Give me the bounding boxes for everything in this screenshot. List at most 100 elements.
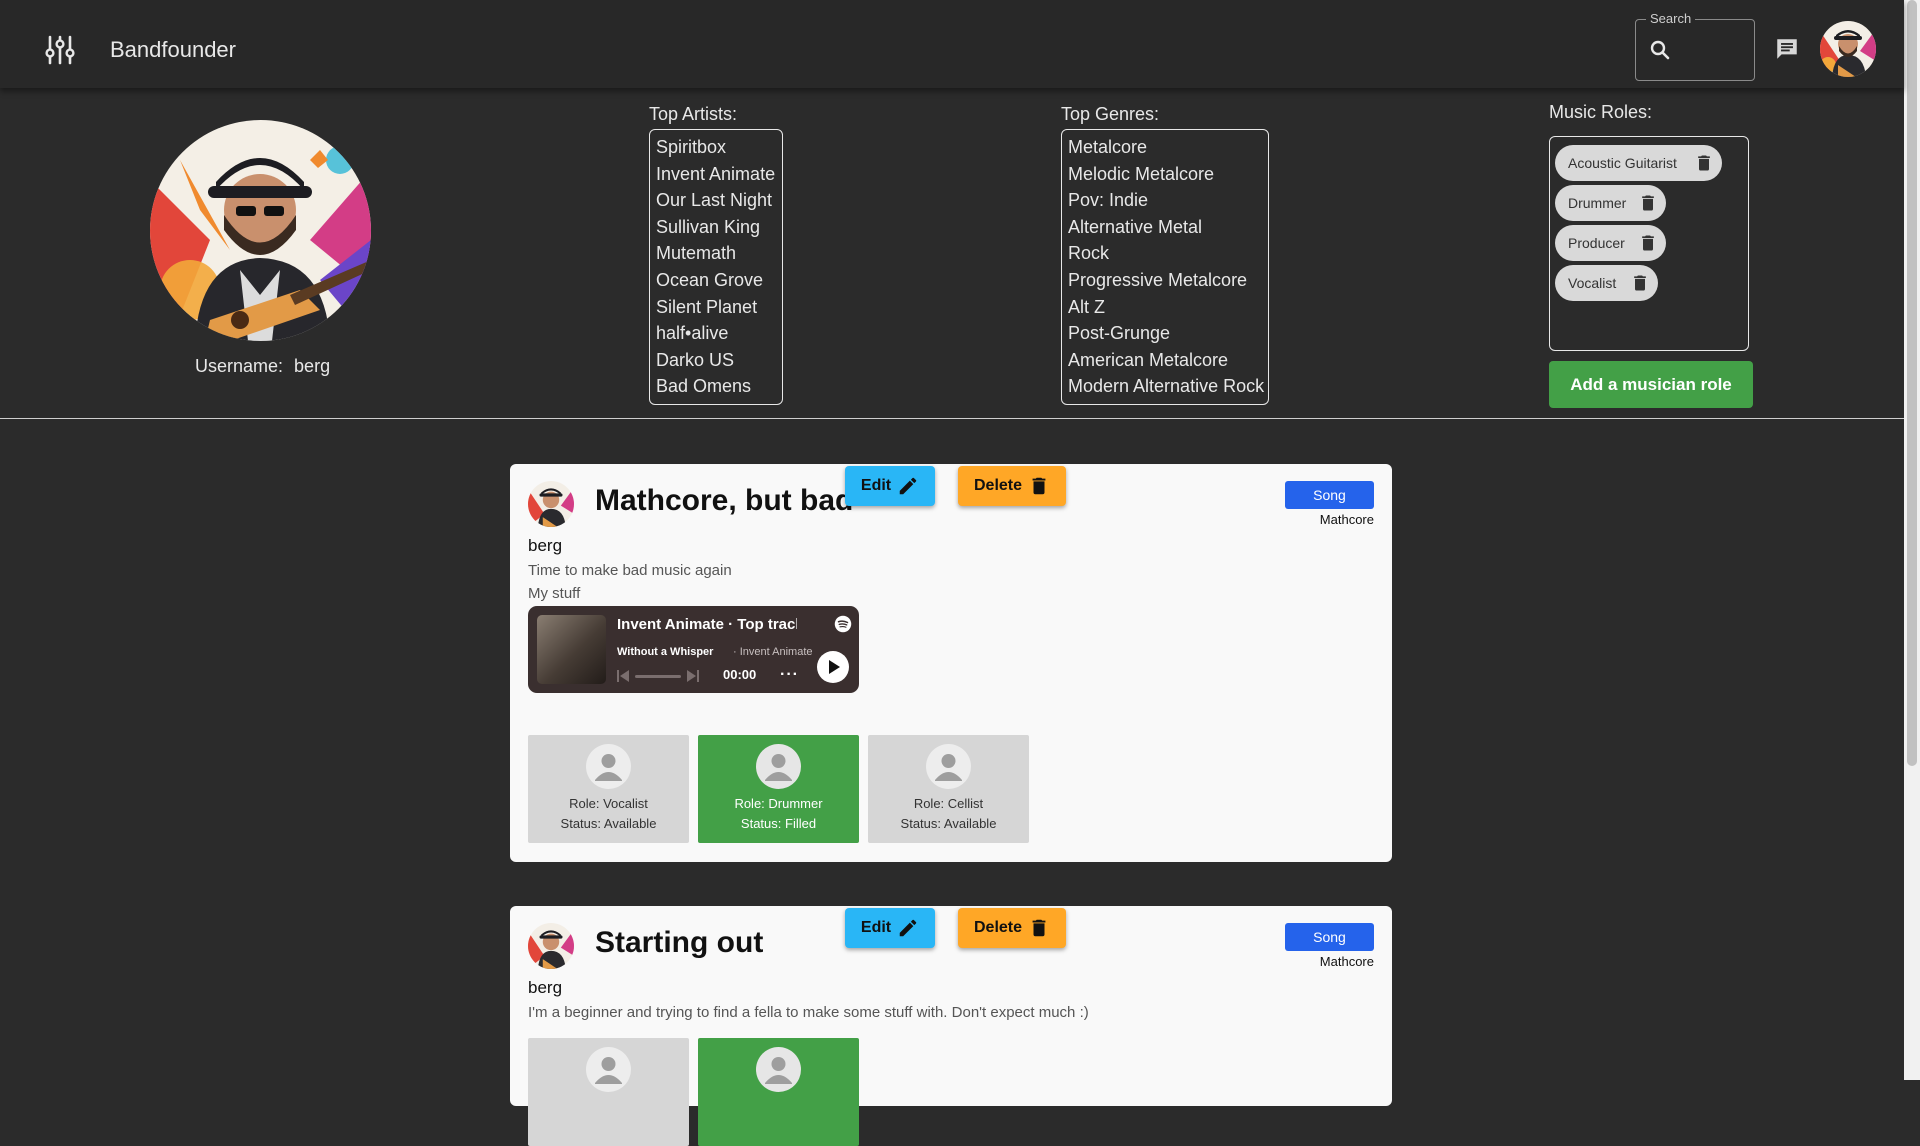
role-name: Role: Cellist: [913, 796, 984, 811]
trash-icon[interactable]: [1638, 193, 1658, 213]
post-author[interactable]: berg: [528, 536, 562, 556]
delete-label: Delete: [973, 477, 1023, 494]
trash-icon: [1032, 477, 1046, 495]
person-icon: [756, 744, 801, 789]
embed-artist[interactable]: · Invent Animate: [733, 646, 813, 658]
trash-icon[interactable]: [1638, 233, 1658, 253]
role-status: Status: Available: [900, 816, 997, 831]
top-artists-heading: Top Artists:: [649, 104, 738, 124]
post-card: Starting out Edit Delete Song Mathcore b…: [510, 906, 1392, 1146]
username-row: Username: berg: [195, 356, 330, 377]
music-role-chip[interactable]: Drummer: [1555, 185, 1666, 221]
post-type-badge: Song: [1285, 481, 1374, 509]
person-icon: [586, 1047, 631, 1092]
top-artist-item[interactable]: Darko US: [656, 347, 776, 374]
edit-label: Edit: [860, 477, 892, 494]
top-genres-list: Metalcore Melodic Metalcore Pov: Indie Alte…: [1061, 129, 1269, 405]
top-artist-item[interactable]: Mutemath: [656, 240, 776, 267]
top-genre-item[interactable]: Alt Z: [1068, 294, 1262, 321]
music-role-label: Drummer: [1568, 195, 1627, 211]
spotify-embed[interactable]: Invent Animate · Top tracks Without a Wh…: [528, 606, 859, 693]
top-artist-item[interactable]: half•alive: [656, 320, 776, 347]
top-artist-item[interactable]: Invent Animate: [656, 161, 776, 188]
top-genre-item[interactable]: Progressive Metalcore: [1068, 267, 1262, 294]
post-author-avatar[interactable]: [528, 923, 574, 969]
role-tile[interactable]: Role: Drummer Status: Filled: [698, 735, 859, 843]
top-genre-item[interactable]: Post-Grunge: [1068, 320, 1262, 347]
person-icon: [586, 744, 631, 789]
music-role-chip[interactable]: Vocalist: [1555, 265, 1658, 301]
search-field[interactable]: Search: [1635, 11, 1755, 81]
role-name: Role: Vocalist: [569, 796, 648, 811]
top-genre-item[interactable]: American Metalcore: [1068, 347, 1262, 374]
play-icon[interactable]: [816, 650, 850, 684]
next-track-icon[interactable]: [685, 668, 701, 684]
post-type-badge: Song: [1285, 923, 1374, 951]
person-icon: [926, 744, 971, 789]
top-artist-item[interactable]: Our Last Night: [656, 187, 776, 214]
edit-button[interactable]: Edit: [845, 466, 935, 506]
app-bar: Bandfounder Search: [0, 0, 1904, 88]
post-description: I'm a beginner and trying to find a fell…: [528, 1004, 1089, 1021]
username-value: berg: [294, 356, 331, 376]
top-genre-item[interactable]: Melodic Metalcore: [1068, 161, 1262, 188]
music-role-chip[interactable]: Acoustic Guitarist: [1555, 145, 1722, 181]
post-author-avatar[interactable]: [528, 481, 574, 527]
music-role-label: Producer: [1568, 235, 1625, 251]
person-icon: [756, 1047, 801, 1092]
top-artist-item[interactable]: Silent Planet: [656, 294, 776, 321]
page-scrollbar[interactable]: [1904, 0, 1920, 1080]
add-musician-role-button[interactable]: Add a musician role: [1549, 361, 1753, 408]
top-artist-item[interactable]: Ocean Grove: [656, 267, 776, 294]
top-genre-item[interactable]: Rock: [1068, 240, 1262, 267]
top-artist-item[interactable]: Bad Omens: [656, 373, 776, 400]
trash-icon[interactable]: [1694, 153, 1714, 173]
search-input[interactable]: [1678, 36, 1752, 66]
post-description: Time to make bad music again: [528, 562, 732, 579]
app-title[interactable]: Bandfounder: [110, 37, 236, 63]
music-roles-list: Acoustic Guitarist Drummer Producer Vocalis…: [1549, 136, 1749, 351]
role-tile[interactable]: [698, 1038, 859, 1146]
pencil-icon: [899, 919, 917, 937]
music-role-chip[interactable]: Producer: [1555, 225, 1666, 261]
user-avatar[interactable]: [1820, 21, 1876, 77]
spotify-logo-icon[interactable]: [834, 615, 852, 633]
chat-icon[interactable]: [1774, 36, 1800, 62]
post-genre: Mathcore: [1319, 512, 1374, 527]
post-title: Mathcore, but bad: [595, 484, 854, 517]
post-card: Mathcore, but bad Edit Delete Song Mathc…: [510, 464, 1392, 862]
delete-button[interactable]: Delete: [958, 908, 1066, 948]
delete-button[interactable]: Delete: [958, 466, 1066, 506]
role-tile[interactable]: [528, 1038, 689, 1146]
top-genre-item[interactable]: Modern Alternative Rock: [1068, 373, 1264, 400]
profile-avatar: [150, 120, 371, 341]
edit-label: Edit: [860, 919, 892, 936]
top-genre-item[interactable]: Metalcore: [1068, 134, 1262, 161]
embed-title[interactable]: Invent Animate · Top tracks: [617, 616, 797, 633]
trash-icon[interactable]: [1630, 273, 1650, 293]
scrollbar-thumb[interactable]: [1907, 0, 1917, 766]
music-role-label: Acoustic Guitarist: [1568, 155, 1677, 171]
previous-track-icon[interactable]: [615, 668, 631, 684]
embed-track[interactable]: Without a Whisper: [617, 646, 713, 658]
top-artist-item[interactable]: Sullivan King: [656, 214, 776, 241]
edit-button[interactable]: Edit: [845, 908, 935, 948]
music-roles-heading: Music Roles:: [1549, 102, 1653, 122]
embed-time: 00:00: [723, 667, 757, 682]
role-status: Status: Available: [560, 816, 657, 831]
post-author[interactable]: berg: [528, 978, 562, 998]
role-name: Role: Drummer: [734, 796, 823, 811]
role-tile[interactable]: Role: Cellist Status: Available: [868, 735, 1029, 843]
role-status: Status: Filled: [740, 816, 817, 831]
equalizer-settings-icon[interactable]: [44, 34, 76, 66]
section-divider: [0, 418, 1904, 419]
post-title: Starting out: [595, 926, 764, 959]
top-genre-item[interactable]: Alternative Metal: [1068, 214, 1262, 241]
post-subtitle: My stuff: [528, 585, 581, 602]
progress-bar[interactable]: [635, 675, 681, 678]
role-tile[interactable]: Role: Vocalist Status: Available: [528, 735, 689, 843]
more-options-icon[interactable]: ···: [780, 666, 799, 684]
top-genre-item[interactable]: Pov: Indie: [1068, 187, 1262, 214]
top-artist-item[interactable]: Spiritbox: [656, 134, 776, 161]
pencil-icon: [899, 477, 917, 495]
